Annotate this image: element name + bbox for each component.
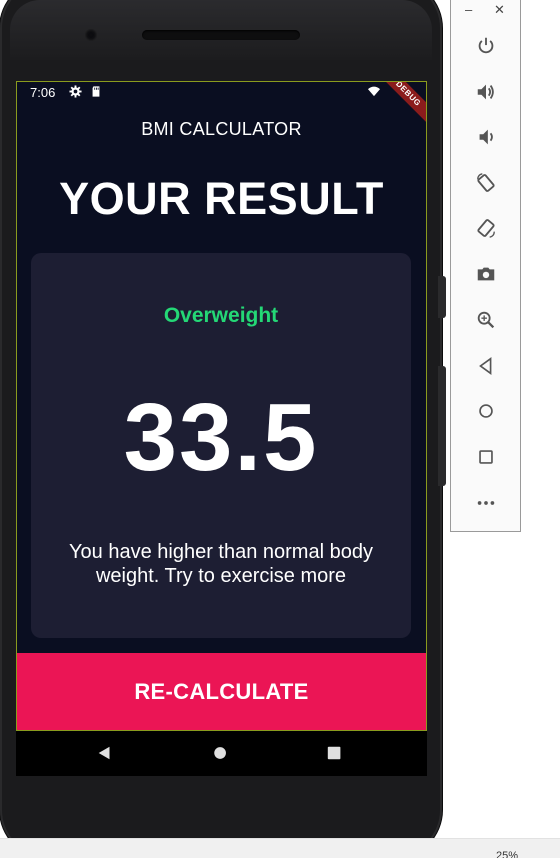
overview-icon[interactable] — [473, 444, 499, 470]
recalculate-button[interactable]: RE-CALCULATE — [16, 653, 427, 731]
rotate-right-icon[interactable] — [473, 215, 499, 241]
rotate-left-icon[interactable] — [473, 170, 499, 196]
phone-volume-button — [438, 366, 446, 486]
nav-back-icon[interactable] — [96, 744, 116, 764]
bmi-advice-text: You have higher than normal body weight.… — [69, 541, 373, 587]
app-bar-title: BMI CALCULATOR — [141, 119, 302, 139]
camera-icon[interactable] — [473, 261, 499, 287]
zoom-readout: 25% — [496, 850, 519, 858]
settings-icon — [68, 85, 82, 99]
power-icon[interactable] — [473, 33, 499, 59]
volume-up-icon[interactable] — [473, 79, 499, 105]
wifi-icon — [367, 85, 381, 99]
status-time: 7:06 — [30, 85, 56, 100]
zoom-icon[interactable] — [473, 307, 499, 333]
nav-home-icon[interactable] — [212, 744, 232, 764]
earpiece-speaker — [142, 30, 300, 40]
close-icon[interactable]: ✕ — [494, 2, 505, 18]
app-screen: 7:06 DEBUG BMI CALCULATOR YOUR RESULT Ov… — [16, 81, 427, 776]
android-nav-bar — [16, 731, 427, 776]
minimize-icon[interactable]: – — [465, 2, 472, 17]
back-icon[interactable] — [473, 353, 499, 379]
emulator-status-strip — [0, 838, 560, 858]
more-icon[interactable] — [473, 490, 499, 516]
bmi-status-label: Overweight — [163, 304, 279, 327]
phone-side-button — [438, 276, 446, 318]
sd-card-icon — [89, 85, 103, 99]
emulator-toolbar: – ✕ — [450, 0, 521, 532]
emulator-window-controls: – ✕ — [451, 0, 520, 22]
page-title: YOUR RESULT — [59, 173, 384, 224]
nav-recents-icon[interactable] — [326, 744, 346, 764]
front-camera — [85, 29, 97, 41]
volume-down-icon[interactable] — [473, 124, 499, 150]
bmi-value: 33.5 — [123, 384, 319, 491]
result-card: Overweight 33.5 You have higher than nor… — [31, 253, 411, 638]
home-icon[interactable] — [473, 398, 499, 424]
status-bar: 7:06 DEBUG — [16, 81, 427, 131]
